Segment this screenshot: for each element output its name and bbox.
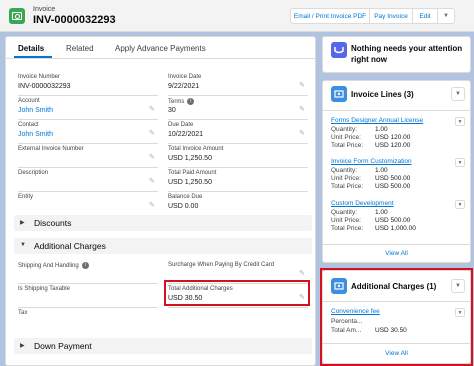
chevron-down-icon: ▼ bbox=[443, 13, 449, 19]
field-description: Description ✎ bbox=[18, 168, 158, 192]
highlight-box bbox=[320, 268, 473, 366]
edit-button[interactable]: Edit bbox=[413, 8, 438, 24]
tab-bar: Details Related Apply Advance Payments bbox=[6, 37, 315, 59]
card-menu-button[interactable]: ▼ bbox=[451, 87, 465, 101]
edit-pencil-icon[interactable]: ✎ bbox=[149, 202, 156, 209]
active-tab-indicator bbox=[14, 56, 52, 58]
edit-pencil-icon[interactable]: ✎ bbox=[299, 106, 306, 113]
assistant-icon bbox=[331, 42, 347, 58]
info-icon[interactable]: i bbox=[81, 262, 89, 269]
edit-pencil-icon[interactable]: ✎ bbox=[299, 82, 306, 89]
invoice-icon bbox=[9, 8, 25, 24]
section-additional-charges[interactable]: ▼ Additional Charges bbox=[14, 238, 312, 254]
details-panel: Details Related Apply Advance Payments I… bbox=[5, 36, 316, 366]
view-all-link[interactable]: View All bbox=[323, 250, 470, 257]
field-total-invoice-amount: Total Invoice Amount USD 1,250.50 bbox=[168, 144, 308, 168]
section-down-payment[interactable]: ▶ Down Payment bbox=[14, 338, 312, 354]
field-contact: Contact John Smith ✎ bbox=[18, 120, 158, 144]
field-account: Account John Smith ✎ bbox=[18, 96, 158, 120]
invoice-line-link[interactable]: Invoice Form Customization bbox=[331, 158, 412, 165]
chevron-right-icon: ▶ bbox=[20, 220, 25, 226]
field-tax: Tax bbox=[18, 310, 28, 316]
action-buttons: Email / Print Invoice PDF Pay Invoice Ed… bbox=[290, 8, 455, 24]
edit-pencil-icon[interactable]: ✎ bbox=[299, 270, 306, 277]
more-actions-button[interactable]: ▼ bbox=[438, 8, 455, 24]
tab-apply-advance-payments[interactable]: Apply Advance Payments bbox=[115, 44, 206, 53]
field-shipping-and-handling: Shipping And Handling i bbox=[18, 260, 158, 284]
field-terms: Terms i 30 ✎ bbox=[168, 96, 308, 120]
edit-pencil-icon[interactable]: ✎ bbox=[149, 154, 156, 161]
field-balance-due: Balance Due USD 0.00 bbox=[168, 192, 308, 216]
chevron-down-icon: ▼ bbox=[20, 242, 26, 248]
edit-pencil-icon[interactable]: ✎ bbox=[299, 130, 306, 137]
object-label: Invoice bbox=[33, 6, 56, 13]
attention-text: Nothing needs your attention right now bbox=[351, 44, 463, 64]
field-due-date: Due Date 10/22/2021 ✎ bbox=[168, 120, 308, 144]
row-menu-button[interactable]: ▼ bbox=[455, 200, 465, 209]
edit-pencil-icon[interactable]: ✎ bbox=[149, 106, 156, 113]
section-discounts[interactable]: ▶ Discounts bbox=[14, 215, 312, 231]
account-link[interactable]: John Smith bbox=[18, 107, 53, 114]
field-is-shipping-taxable: Is Shipping Taxable bbox=[18, 284, 158, 308]
field-invoice-date: Invoice Date 9/22/2021 ✎ bbox=[168, 72, 308, 96]
attention-card: Nothing needs your attention right now bbox=[322, 36, 471, 73]
highlight-box bbox=[164, 280, 310, 306]
field-entity: Entity ✎ bbox=[18, 192, 158, 216]
row-menu-button[interactable]: ▼ bbox=[455, 158, 465, 167]
edit-pencil-icon[interactable]: ✎ bbox=[149, 178, 156, 185]
invoice-lines-icon bbox=[331, 86, 347, 102]
pay-invoice-button[interactable]: Pay Invoice bbox=[370, 8, 413, 24]
invoice-line-link[interactable]: Forms Designer Annual License bbox=[331, 117, 423, 124]
chevron-right-icon: ▶ bbox=[20, 343, 25, 349]
tab-related[interactable]: Related bbox=[66, 44, 94, 53]
tab-details[interactable]: Details bbox=[18, 44, 44, 53]
invoice-lines-card: Invoice Lines (3) ▼ Forms Designer Annua… bbox=[322, 80, 471, 263]
row-menu-button[interactable]: ▼ bbox=[455, 117, 465, 126]
contact-link[interactable]: John Smith bbox=[18, 131, 53, 138]
edit-pencil-icon[interactable]: ✎ bbox=[149, 130, 156, 137]
record-title: INV-0000032293 bbox=[33, 14, 116, 26]
record-header: Invoice INV-0000032293 Email / Print Inv… bbox=[0, 0, 474, 32]
field-invoice-number: Invoice Number INV-0000032293 bbox=[18, 72, 158, 96]
email-print-pdf-button[interactable]: Email / Print Invoice PDF bbox=[290, 8, 370, 24]
invoice-lines-title[interactable]: Invoice Lines (3) bbox=[351, 90, 414, 99]
field-total-paid-amount: Total Paid Amount USD 1,250.50 bbox=[168, 168, 308, 192]
info-icon[interactable]: i bbox=[187, 98, 195, 105]
field-external-invoice-number: External Invoice Number ✎ bbox=[18, 144, 158, 168]
invoice-line-link[interactable]: Custom Development bbox=[331, 200, 394, 207]
